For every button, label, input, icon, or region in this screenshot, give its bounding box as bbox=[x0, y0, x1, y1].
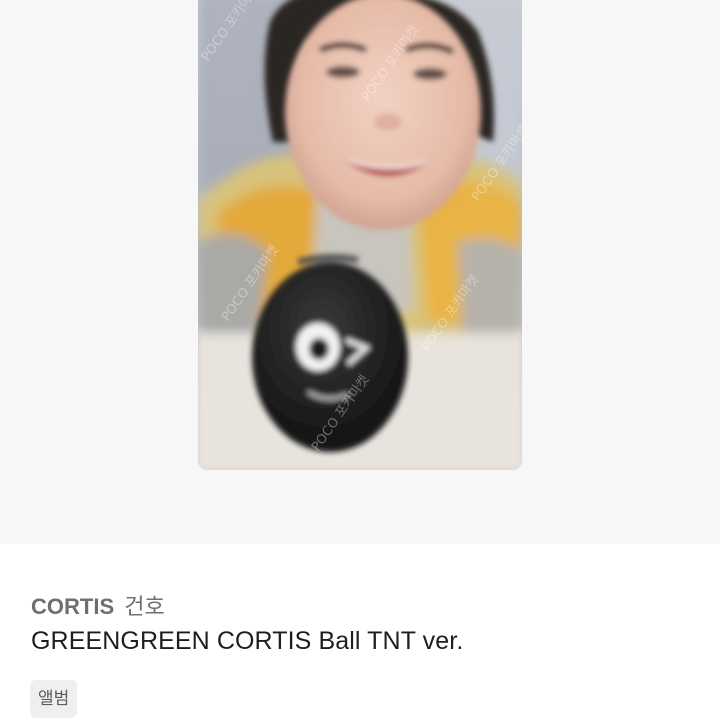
product-image-area: POCO 포카마켓 POCO 포카마켓 POCO 포카마켓 POCO 포카마켓 … bbox=[0, 0, 720, 544]
artist-name[interactable]: CORTIS bbox=[31, 594, 114, 619]
category-tag[interactable]: 앨범 bbox=[30, 680, 78, 718]
product-title: GREENGREEN CORTIS Ball TNT ver. bbox=[31, 627, 464, 655]
member-name[interactable]: 건호 bbox=[124, 595, 164, 620]
photocard-image[interactable]: POCO 포카마켓 POCO 포카마켓 POCO 포카마켓 POCO 포카마켓 … bbox=[198, 0, 522, 470]
artist-member-line[interactable]: CORTIS 건호 bbox=[31, 589, 165, 621]
photocard-picture: POCO 포카마켓 POCO 포카마켓 POCO 포카마켓 POCO 포카마켓 … bbox=[198, 0, 522, 470]
